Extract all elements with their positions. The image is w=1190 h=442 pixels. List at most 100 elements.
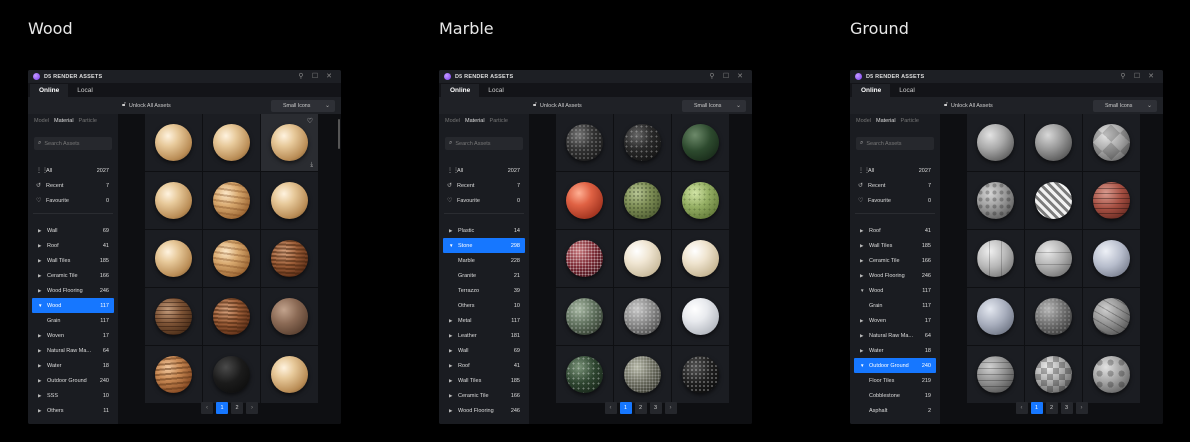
category-item[interactable]: ▶ Plastic 14	[439, 223, 529, 238]
material-tile[interactable]	[261, 172, 318, 229]
category-item[interactable]: ▶Grain117	[28, 313, 118, 328]
material-tile[interactable]	[1083, 172, 1140, 229]
subtab-model[interactable]: Model	[856, 118, 871, 124]
category-item[interactable]: ▶ Water 18	[28, 358, 118, 373]
maximize-icon[interactable]: ☐	[1130, 70, 1144, 83]
subtab-material[interactable]: Material	[54, 118, 74, 124]
close-icon[interactable]: ✕	[1144, 70, 1158, 83]
category-item[interactable]: ▶ Wall 69	[28, 223, 118, 238]
subtab-material[interactable]: Material	[465, 118, 485, 124]
material-tile[interactable]	[967, 346, 1024, 403]
category-item[interactable]: ▶ Wall Tiles 185	[28, 253, 118, 268]
quick-filter-favourite[interactable]: ♡ Favourite 0	[28, 193, 118, 208]
page-button[interactable]: 2	[231, 402, 243, 414]
page-button[interactable]: 1	[216, 402, 228, 414]
category-item[interactable]: ▼ Outdoor Ground 240	[854, 358, 936, 373]
material-tile[interactable]	[672, 230, 729, 287]
subtab-material[interactable]: Material	[876, 118, 896, 124]
quick-filter-recent[interactable]: ↺ Recent 7	[439, 178, 529, 193]
prev-page-icon[interactable]: ‹	[604, 402, 617, 414]
category-item[interactable]: ▶ Ceramic Tile 166	[28, 268, 118, 283]
category-item[interactable]: ▶Granite21	[439, 268, 529, 283]
material-tile[interactable]	[614, 230, 671, 287]
page-button[interactable]: 2	[634, 402, 647, 414]
category-item[interactable]: ▶ Others 11	[28, 403, 118, 418]
category-item[interactable]: ▼ Wood 117	[32, 298, 114, 313]
material-tile[interactable]	[203, 230, 260, 287]
material-tile[interactable]	[967, 230, 1024, 287]
next-page-icon[interactable]: ›	[1075, 402, 1088, 414]
tab-online[interactable]: Online	[441, 84, 480, 97]
material-tile[interactable]	[1083, 230, 1140, 287]
category-item[interactable]: ▶ Ceramic Tile 166	[439, 388, 529, 403]
search-input[interactable]	[455, 140, 526, 147]
category-item[interactable]: ▶ Wall Tiles 185	[439, 373, 529, 388]
view-size-select[interactable]: Small Icons ⌄	[1093, 99, 1157, 112]
category-item[interactable]: ▶ Natural Raw Ma... 64	[28, 343, 118, 358]
material-tile[interactable]	[614, 114, 671, 171]
unlock-all-button[interactable]: 🔓︎ Unlock All Assets	[533, 102, 582, 109]
category-item[interactable]: ▶Floor Tiles219	[850, 373, 940, 388]
material-tile[interactable]	[145, 230, 202, 287]
material-tile[interactable]	[261, 230, 318, 287]
quick-filter-all[interactable]: ⋮⋮ All 2027	[28, 163, 118, 178]
category-item[interactable]: ▼ Wood 117	[850, 283, 940, 298]
category-item[interactable]: ▶ Roof 41	[28, 238, 118, 253]
material-tile[interactable]	[967, 114, 1024, 171]
material-tile[interactable]: ♡ ⤓	[261, 114, 318, 171]
material-tile[interactable]	[1083, 346, 1140, 403]
pin-icon[interactable]: ⚲	[294, 70, 308, 83]
category-item[interactable]: ▶ Woven 17	[28, 328, 118, 343]
category-item[interactable]: ▶ Roof 41	[439, 358, 529, 373]
material-tile[interactable]	[145, 114, 202, 171]
category-item[interactable]: ▶ Natural Raw Ma... 64	[850, 328, 940, 343]
search-input[interactable]	[866, 140, 937, 147]
material-tile[interactable]	[556, 172, 613, 229]
material-tile[interactable]	[145, 172, 202, 229]
material-tile[interactable]	[672, 288, 729, 345]
material-tile[interactable]	[556, 346, 613, 403]
material-tile[interactable]	[1083, 288, 1140, 345]
category-item[interactable]: ▶ Leather 181	[439, 328, 529, 343]
material-tile[interactable]	[203, 114, 260, 171]
material-tile[interactable]	[145, 346, 202, 403]
material-tile[interactable]	[672, 114, 729, 171]
material-tile[interactable]	[1025, 114, 1082, 171]
pin-icon[interactable]: ⚲	[705, 70, 719, 83]
close-icon[interactable]: ✕	[733, 70, 747, 83]
page-button[interactable]: 1	[619, 402, 632, 414]
page-button[interactable]: 1	[1030, 402, 1043, 414]
category-item[interactable]: ▶ Metal 117	[439, 313, 529, 328]
tab-online[interactable]: Online	[852, 84, 891, 97]
category-item[interactable]: ▶ Wall Tiles 185	[850, 238, 940, 253]
material-tile[interactable]	[261, 346, 318, 403]
material-tile[interactable]	[556, 288, 613, 345]
material-tile[interactable]	[672, 346, 729, 403]
unlock-all-button[interactable]: 🔓︎ Unlock All Assets	[944, 102, 993, 109]
subtab-model[interactable]: Model	[445, 118, 460, 124]
tab-local[interactable]: Local	[479, 84, 513, 97]
material-tile[interactable]	[145, 288, 202, 345]
category-item[interactable]: ▼ Stone 298	[443, 238, 525, 253]
quick-filter-favourite[interactable]: ♡ Favourite 0	[850, 193, 940, 208]
quick-filter-all[interactable]: ⋮⋮ All 2027	[439, 163, 529, 178]
material-tile[interactable]	[614, 346, 671, 403]
quick-filter-all[interactable]: ⋮⋮ All 2027	[850, 163, 940, 178]
page-button[interactable]: 3	[649, 402, 662, 414]
quick-filter-recent[interactable]: ↺ Recent 7	[28, 178, 118, 193]
category-item[interactable]: ▶ Water 18	[850, 343, 940, 358]
page-button[interactable]: 2	[1045, 402, 1058, 414]
category-item[interactable]: ▶ SSS 10	[28, 388, 118, 403]
next-page-icon[interactable]: ›	[246, 402, 258, 414]
subtab-particle[interactable]: Particle	[901, 118, 919, 124]
download-icon[interactable]: ⤓	[310, 162, 313, 169]
material-tile[interactable]	[1025, 172, 1082, 229]
material-tile[interactable]	[203, 346, 260, 403]
material-tile[interactable]	[1083, 114, 1140, 171]
maximize-icon[interactable]: ☐	[308, 70, 322, 83]
tab-local[interactable]: Local	[890, 84, 924, 97]
subtab-particle[interactable]: Particle	[490, 118, 508, 124]
view-size-select[interactable]: Small Icons ⌄	[271, 99, 335, 112]
material-tile[interactable]	[1025, 288, 1082, 345]
material-tile[interactable]	[672, 172, 729, 229]
